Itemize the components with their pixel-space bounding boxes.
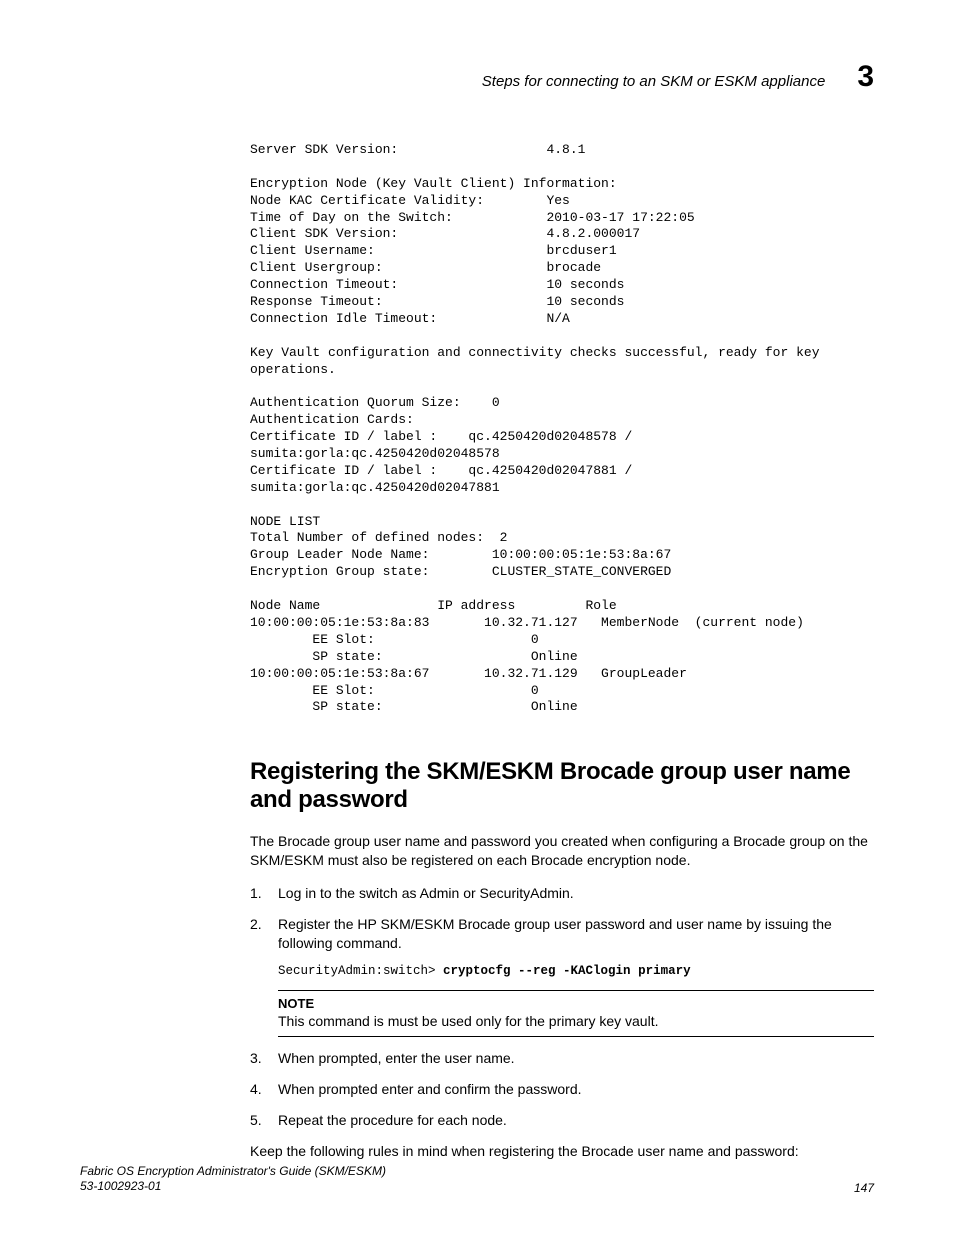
step-text: When prompted enter and confirm the pass… xyxy=(278,1081,582,1097)
step-text: Register the HP SKM/ESKM Brocade group u… xyxy=(278,916,832,951)
command-text: cryptocfg --reg -KAClogin primary xyxy=(443,964,691,978)
footer-page-number: 147 xyxy=(854,1181,874,1195)
step-text: Log in to the switch as Admin or Securit… xyxy=(278,885,574,901)
footer-left: Fabric OS Encryption Administrator's Gui… xyxy=(80,1164,386,1195)
note-text: This command is must be used only for th… xyxy=(278,1012,874,1030)
step-5: Repeat the procedure for each node. xyxy=(250,1111,874,1130)
command-block: SecurityAdmin:switch> cryptocfg --reg -K… xyxy=(278,963,874,980)
note-label: NOTE xyxy=(278,995,874,1013)
footer-doc-title: Fabric OS Encryption Administrator's Gui… xyxy=(80,1164,386,1180)
chapter-number: 3 xyxy=(857,60,874,94)
steps-list: Log in to the switch as Admin or Securit… xyxy=(250,884,874,1130)
step-1: Log in to the switch as Admin or Securit… xyxy=(250,884,874,903)
section-heading: Registering the SKM/ESKM Brocade group u… xyxy=(250,758,874,814)
page-header: Steps for connecting to an SKM or ESKM a… xyxy=(80,60,874,94)
step-text: Repeat the procedure for each node. xyxy=(278,1112,507,1128)
command-prompt: SecurityAdmin:switch> xyxy=(278,964,443,978)
header-title: Steps for connecting to an SKM or ESKM a… xyxy=(482,73,826,90)
outro-paragraph: Keep the following rules in mind when re… xyxy=(250,1142,874,1161)
footer-doc-id: 53-1002923-01 xyxy=(80,1179,386,1195)
step-3: When prompted, enter the user name. xyxy=(250,1049,874,1068)
step-4: When prompted enter and confirm the pass… xyxy=(250,1080,874,1099)
step-text: When prompted, enter the user name. xyxy=(278,1050,515,1066)
intro-paragraph: The Brocade group user name and password… xyxy=(250,832,874,870)
step-2: Register the HP SKM/ESKM Brocade group u… xyxy=(250,915,874,1037)
page-footer: Fabric OS Encryption Administrator's Gui… xyxy=(80,1164,874,1195)
note-box: NOTE This command is must be used only f… xyxy=(278,990,874,1038)
terminal-output: Server SDK Version: 4.8.1 Encryption Nod… xyxy=(250,142,874,716)
